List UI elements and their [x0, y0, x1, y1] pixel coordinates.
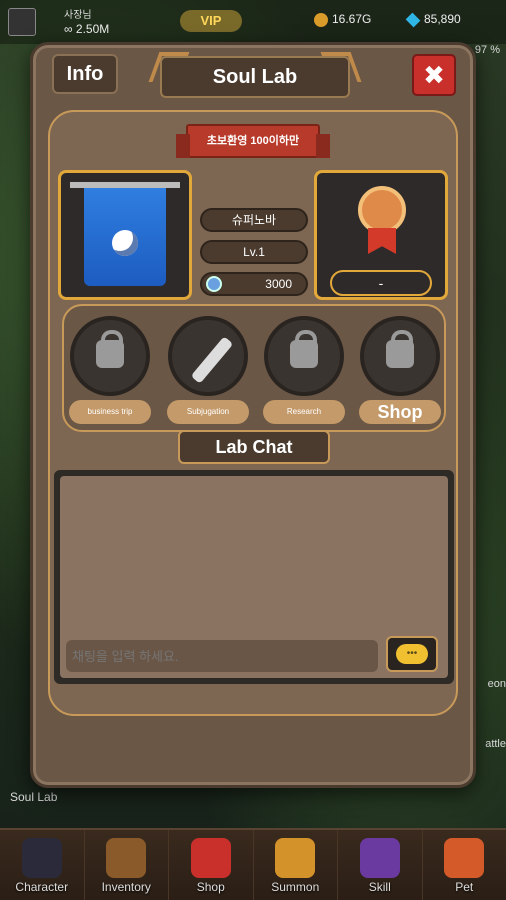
research-button[interactable]: [264, 316, 344, 396]
business-trip-label[interactable]: business trip: [69, 400, 151, 424]
modal-title: Soul Lab: [160, 56, 350, 98]
chat-input[interactable]: [66, 640, 378, 672]
research-label[interactable]: Research: [263, 400, 345, 424]
nav-pet[interactable]: Pet: [423, 830, 506, 900]
medal-icon: [358, 186, 406, 234]
subjugation-label[interactable]: Subjugation: [167, 400, 249, 424]
nav-label: Character: [15, 880, 69, 894]
pet-icon: [444, 838, 485, 878]
close-button[interactable]: ✖: [412, 54, 456, 96]
gold-amount: 16.67G: [314, 12, 371, 27]
nav-inventory[interactable]: Inventory: [85, 830, 169, 900]
character-icon: [21, 838, 62, 878]
nav-summon[interactable]: Summon: [254, 830, 338, 900]
progress-percent: 97 %: [474, 44, 500, 56]
shop-button[interactable]: [360, 316, 440, 396]
lab-point-icon: [206, 276, 222, 292]
rank-value: -: [330, 270, 432, 296]
lab-motto-ribbon: 초보환영 100이하만: [176, 124, 330, 158]
combat-power-value: 2.50M: [75, 22, 110, 36]
chat-send-button[interactable]: [386, 636, 438, 672]
inventory-icon: [106, 838, 147, 878]
shop-icon: [190, 838, 231, 878]
vip-badge[interactable]: VIP: [180, 10, 242, 32]
nav-label: Shop: [196, 880, 225, 894]
lab-name: 슈퍼노바: [200, 208, 308, 232]
subjugation-button[interactable]: [168, 316, 248, 396]
combat-power: ∞ 2.50M: [64, 22, 110, 36]
lock-icon: [290, 330, 318, 368]
gem-amount: 85,890: [406, 12, 461, 26]
side-label-dungeon[interactable]: eon: [488, 678, 506, 690]
info-button[interactable]: Info: [52, 54, 118, 94]
nav-label: Summon: [271, 880, 320, 894]
sword-icon: [190, 336, 234, 384]
lock-icon: [386, 330, 414, 368]
skill-icon: [359, 838, 400, 878]
bomb-emblem-icon: [112, 230, 138, 256]
side-label-battle[interactable]: attle: [485, 738, 506, 750]
summon-icon: [275, 838, 316, 878]
nav-skill[interactable]: Skill: [338, 830, 423, 900]
soul-lab-side-label[interactable]: Soul Lab: [10, 790, 57, 804]
nav-label: Skill: [368, 880, 391, 894]
player-name: 사장님: [64, 10, 92, 21]
top-status-bar: 사장님 ∞ 2.50M VIP 16.67G 85,890: [0, 0, 506, 44]
business-trip-button[interactable]: [70, 316, 150, 396]
bottom-navigation: Character Inventory Shop Summon Skill Pe…: [0, 828, 506, 900]
lock-icon: [96, 330, 124, 368]
nav-label: Pet: [455, 880, 474, 894]
nav-shop[interactable]: Shop: [169, 830, 254, 900]
shop-label[interactable]: Shop: [359, 400, 441, 424]
lab-level: Lv.1: [200, 240, 308, 264]
nav-character[interactable]: Character: [0, 830, 85, 900]
player-avatar[interactable]: [8, 8, 36, 36]
nav-label: Inventory: [101, 880, 151, 894]
lab-chat-title: Lab Chat: [178, 430, 330, 464]
